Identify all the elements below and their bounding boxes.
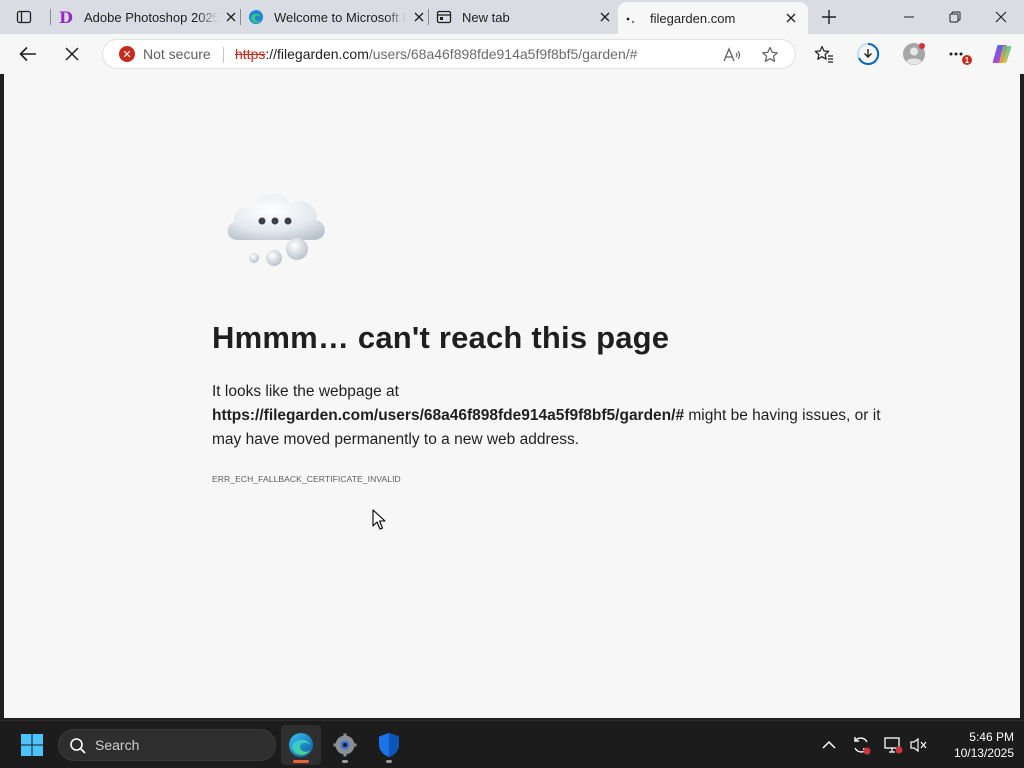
restore-button[interactable] [932,0,978,34]
show-hidden-icons-button[interactable] [818,734,840,756]
not-secure-icon[interactable]: ✕ [119,46,135,62]
address-bar[interactable]: ✕ Not secure https://filegarden.com/user… [102,39,796,69]
arrow-left-icon [19,46,36,62]
error-code: ERR_ECH_FALLBACK_CERTIFICATE_INVALID [212,474,401,484]
close-icon [786,13,796,23]
downloads-button[interactable] [853,39,883,69]
close-icon [600,12,610,22]
close-icon [226,12,236,22]
url-text[interactable]: https://filegarden.com/users/68a46f898fd… [235,46,637,62]
monitor-icon [884,737,903,754]
address-separator [223,47,224,63]
error-desc-url: https://filegarden.com/users/68a46f898fd… [212,407,685,424]
url-scheme: https [235,46,266,62]
close-icon [65,47,79,61]
taskbar-defender[interactable] [369,725,409,765]
restore-icon [949,11,961,23]
close-icon [414,12,424,22]
taskbar-settings[interactable] [325,725,365,765]
svg-text:D: D [59,9,73,25]
avatar-icon [903,43,925,65]
tab-separator [428,9,429,25]
tab-label: filegarden.com [650,10,736,26]
running-indicator [342,760,348,763]
back-button[interactable] [13,39,43,69]
edge-icon [289,733,313,757]
minimize-button[interactable] [886,0,932,34]
more-dots-icon: 1 [949,52,972,65]
tab-new-tab[interactable]: New tab [436,0,614,34]
tab-close-button[interactable] [596,8,614,26]
photoshop-d-icon: D [58,9,74,25]
search-placeholder: Search [95,737,140,753]
favorite-button[interactable] [759,44,781,66]
cloud-thinking-icon [227,193,325,266]
tab-label: Adobe Photoshop 2025 [84,9,218,25]
favorites-star-icon [814,45,833,63]
clock-time: 5:46 PM [969,730,1014,744]
stop-loading-button[interactable] [57,39,87,69]
taskbar: Search 5:46 PM 10/13/2025 [0,720,1024,768]
sync-icon [854,737,871,755]
mouse-cursor-icon [372,509,386,530]
settings-more-button[interactable]: 1 [944,39,974,69]
minimize-icon [904,16,914,18]
taskbar-search[interactable]: Search [58,729,276,761]
url-host: ://filegarden.com [265,46,369,62]
taskbar-edge[interactable] [281,725,321,765]
tab-close-button[interactable] [410,8,428,26]
close-window-button[interactable] [978,0,1024,34]
browser-toolbar: ✕ Not secure https://filegarden.com/user… [0,34,1024,74]
favorites-button[interactable] [809,39,839,69]
error-title: Hmmm… can't reach this page [212,320,670,355]
active-indicator [293,760,309,763]
tray-volume-network-button[interactable] [908,734,930,756]
error-desc-prefix: It looks like the webpage at [212,383,399,400]
star-icon [762,46,778,62]
tab-close-button[interactable] [222,8,240,26]
read-aloud-icon [723,47,741,62]
download-progress-icon [857,42,880,65]
copilot-button[interactable] [987,39,1017,69]
tab-actions-icon [16,10,32,24]
tab-strip: D Adobe Photoshop 2025 Welcome to Micros… [0,0,1024,34]
plus-icon [822,10,836,24]
read-aloud-button[interactable] [721,44,743,66]
tab-label: New tab [462,9,510,25]
edge-icon [248,9,264,25]
clock-date: 10/13/2025 [953,746,1014,760]
loading-icon [624,10,640,26]
tab-close-button[interactable] [782,9,800,27]
running-indicator [386,760,392,763]
start-button[interactable] [12,725,52,765]
tab-label: Welcome to Microsoft Edge [274,9,406,25]
tray-sync-button[interactable] [850,734,872,756]
windows-logo-icon [21,734,43,756]
tab-separator [50,9,51,25]
speaker-muted-icon [910,737,927,753]
tab-welcome-edge[interactable]: Welcome to Microsoft Edge [248,0,428,34]
tray-display-button[interactable] [882,734,904,756]
tab-actions-button[interactable] [8,6,40,28]
tab-filegarden[interactable]: filegarden.com [618,2,808,34]
tab-photoshop[interactable]: D Adobe Photoshop 2025 [58,0,240,34]
copilot-icon [992,45,1012,63]
error-description: It looks like the webpage at https://fil… [212,380,892,452]
new-tab-button[interactable] [818,6,840,28]
notification-badge: 1 [965,56,970,65]
chevron-up-icon [822,740,836,749]
profile-button[interactable] [899,39,929,69]
tab-separator [240,9,241,25]
url-path: /users/68a46f898fde914a5f9f8bf5/garden/# [368,46,638,62]
security-label[interactable]: Not secure [143,46,211,62]
search-icon [70,738,86,754]
gear-icon [333,733,357,757]
shield-icon [379,733,399,757]
close-icon [995,11,1007,23]
system-clock[interactable]: 5:46 PM 10/13/2025 [940,729,1014,761]
newtab-icon [436,9,452,25]
